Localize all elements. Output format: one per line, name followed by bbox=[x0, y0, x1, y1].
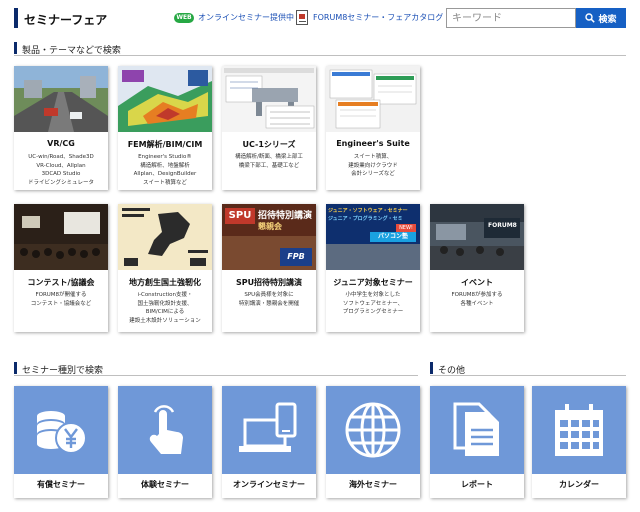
product-card-uc1-series[interactable]: UC-1シリーズ 構造解析/断面、橋梁上部工 橋梁下部工、基礎工など bbox=[222, 66, 316, 190]
tile-label: 有償セミナー bbox=[37, 480, 85, 489]
globe-icon bbox=[345, 402, 401, 458]
documents-icon bbox=[453, 402, 499, 456]
tile-label: 海外セミナー bbox=[349, 480, 397, 489]
card-image-regional bbox=[118, 204, 212, 270]
product-card-regional[interactable]: 地方創生国土強靭化 i-Construction支援・ 国土強靭化設計支援、 B… bbox=[118, 204, 212, 332]
calendar-icon bbox=[555, 404, 603, 456]
card-image-uc1 bbox=[222, 66, 316, 132]
catalog-icon[interactable] bbox=[296, 10, 308, 25]
junior-new-tag: NEW! bbox=[396, 224, 416, 232]
tile-image bbox=[532, 386, 626, 474]
spu-fpb-logo: FPB bbox=[280, 248, 312, 266]
page-title: セミナーフェア bbox=[24, 13, 108, 27]
tile-report[interactable]: レポート bbox=[430, 386, 524, 498]
section-accent-bar bbox=[14, 362, 17, 374]
spu-logo-box: SPU bbox=[225, 208, 255, 224]
junior-sub-text: ジュニア・プログラミング・セミ bbox=[328, 216, 403, 222]
card-description: FORUM8が参加する 各種イベント bbox=[451, 292, 503, 307]
title-accent-bar bbox=[14, 8, 18, 28]
card-title: Engineer's Suite bbox=[336, 139, 410, 148]
search-button[interactable]: 検索 bbox=[576, 8, 626, 28]
section-seminar-types-heading: セミナー種別で検索 bbox=[14, 362, 418, 376]
coins-yen-icon bbox=[37, 411, 87, 454]
card-description: スイート積算、 建設業向けクラウド 会計シリーズなど bbox=[348, 154, 398, 177]
card-title: SPU招待特別講演 bbox=[235, 278, 303, 287]
card-description: i-Construction支援・ 国土強靭化設計支援、 BIM/CIMによる … bbox=[129, 292, 201, 324]
card-title: コンテスト/協議会 bbox=[27, 278, 95, 287]
tile-image bbox=[14, 386, 108, 474]
online-seminar-link[interactable]: オンラインセミナー提供中 bbox=[198, 12, 294, 23]
tile-paid-seminar[interactable]: 有償セミナー bbox=[14, 386, 108, 498]
product-card-spu[interactable]: SPU 招待特別講演 懇親会 FPB SPU招待特別講演 SPU会員様を対象に … bbox=[222, 204, 316, 332]
section-products-heading: 製品・テーマなどで検索 bbox=[14, 42, 626, 56]
spu-title-text: 招待特別講演 bbox=[258, 211, 313, 221]
junior-title-text: ジュニア・ソフトウェア・セミナー bbox=[328, 208, 408, 214]
card-image-event: FORUM8 bbox=[430, 204, 524, 270]
tile-image bbox=[326, 386, 420, 474]
web-badge: WEB bbox=[174, 13, 194, 23]
catalog-link[interactable]: FORUM8セミナー・フェアカタログ bbox=[313, 12, 443, 23]
product-card-junior[interactable]: ジュニア・ソフトウェア・セミナー ジュニア・プログラミング・セミ NEW! パソ… bbox=[326, 204, 420, 332]
card-title: UC-1シリーズ bbox=[242, 140, 296, 149]
card-image-engineers-suite bbox=[326, 66, 420, 132]
tile-calendar[interactable]: カレンダー bbox=[532, 386, 626, 498]
spu-sub-text: 懇親会 bbox=[258, 222, 282, 231]
card-image-vr-cg bbox=[14, 66, 108, 132]
card-title: 地方創生国土強靭化 bbox=[129, 278, 201, 287]
card-description: Engineer's Studio® 構造解析、地盤解析 Allplan、Des… bbox=[133, 154, 197, 186]
junior-banner: パソコン塾 bbox=[370, 232, 416, 242]
event-sign-text: FORUM8 bbox=[488, 222, 517, 229]
section-divider bbox=[430, 375, 626, 376]
tile-image bbox=[222, 386, 316, 474]
hand-pointer-icon bbox=[149, 405, 183, 454]
section-accent-bar bbox=[14, 42, 17, 54]
tile-label: カレンダー bbox=[559, 480, 599, 489]
tile-image bbox=[430, 386, 524, 474]
tile-label: 体験セミナー bbox=[141, 480, 189, 489]
product-card-event[interactable]: FORUM8 イベント FORUM8が参加する 各種イベント bbox=[430, 204, 524, 332]
product-card-contest[interactable]: コンテスト/協議会 FORUM8が開催する コンテスト・協議会など bbox=[14, 204, 108, 332]
tile-image bbox=[118, 386, 212, 474]
card-description: FORUM8が開催する コンテスト・協議会など bbox=[30, 292, 92, 307]
section-accent-bar bbox=[430, 362, 433, 374]
page-header: セミナーフェア WEB オンラインセミナー提供中 FORUM8セミナー・フェアカ… bbox=[14, 8, 626, 30]
tile-overseas-seminar[interactable]: 海外セミナー bbox=[326, 386, 420, 498]
card-image-fem bbox=[118, 66, 212, 132]
search-icon bbox=[585, 13, 596, 23]
tile-label: レポート bbox=[461, 480, 493, 489]
card-description: 構造解析/断面、橋梁上部工 橋梁下部工、基礎工など bbox=[235, 154, 303, 169]
section-divider bbox=[14, 375, 418, 376]
card-description: SPU会員様を対象に 特別講演・懇親会を開催 bbox=[238, 292, 300, 307]
card-image-junior: ジュニア・ソフトウェア・セミナー ジュニア・プログラミング・セミ NEW! パソ… bbox=[326, 204, 420, 270]
card-description: UC-win/Road、Shade3D VR-Cloud、Allplan 3DC… bbox=[28, 154, 94, 186]
product-card-fem-bim-cim[interactable]: FEM解析/BIM/CIM Engineer's Studio® 構造解析、地盤… bbox=[118, 66, 212, 190]
tile-label: オンラインセミナー bbox=[233, 480, 305, 489]
search-button-label: 検索 bbox=[598, 14, 617, 25]
junior-photo bbox=[326, 244, 420, 270]
laptop-phone-icon bbox=[239, 402, 297, 452]
section-other-heading: その他 bbox=[430, 362, 626, 376]
tile-online-seminar[interactable]: オンラインセミナー bbox=[222, 386, 316, 498]
card-title: VR/CG bbox=[47, 139, 75, 148]
card-title: イベント bbox=[461, 278, 493, 287]
product-card-vr-cg[interactable]: VR/CG UC-win/Road、Shade3D VR-Cloud、Allpl… bbox=[14, 66, 108, 190]
card-title: FEM解析/BIM/CIM bbox=[127, 140, 203, 149]
section-divider bbox=[14, 55, 626, 56]
card-title: ジュニア対象セミナー bbox=[333, 278, 413, 287]
product-card-engineers-suite[interactable]: Engineer's Suite スイート積算、 建設業向けクラウド 会計シリー… bbox=[326, 66, 420, 190]
card-description: 小中学生を対象とした ソフトウェアセミナー、 プログラミングセミナー bbox=[342, 292, 404, 315]
card-image-contest bbox=[14, 204, 108, 270]
card-image-spu: SPU 招待特別講演 懇親会 FPB bbox=[222, 204, 316, 270]
tile-hands-on-seminar[interactable]: 体験セミナー bbox=[118, 386, 212, 498]
search-input[interactable] bbox=[446, 8, 576, 28]
